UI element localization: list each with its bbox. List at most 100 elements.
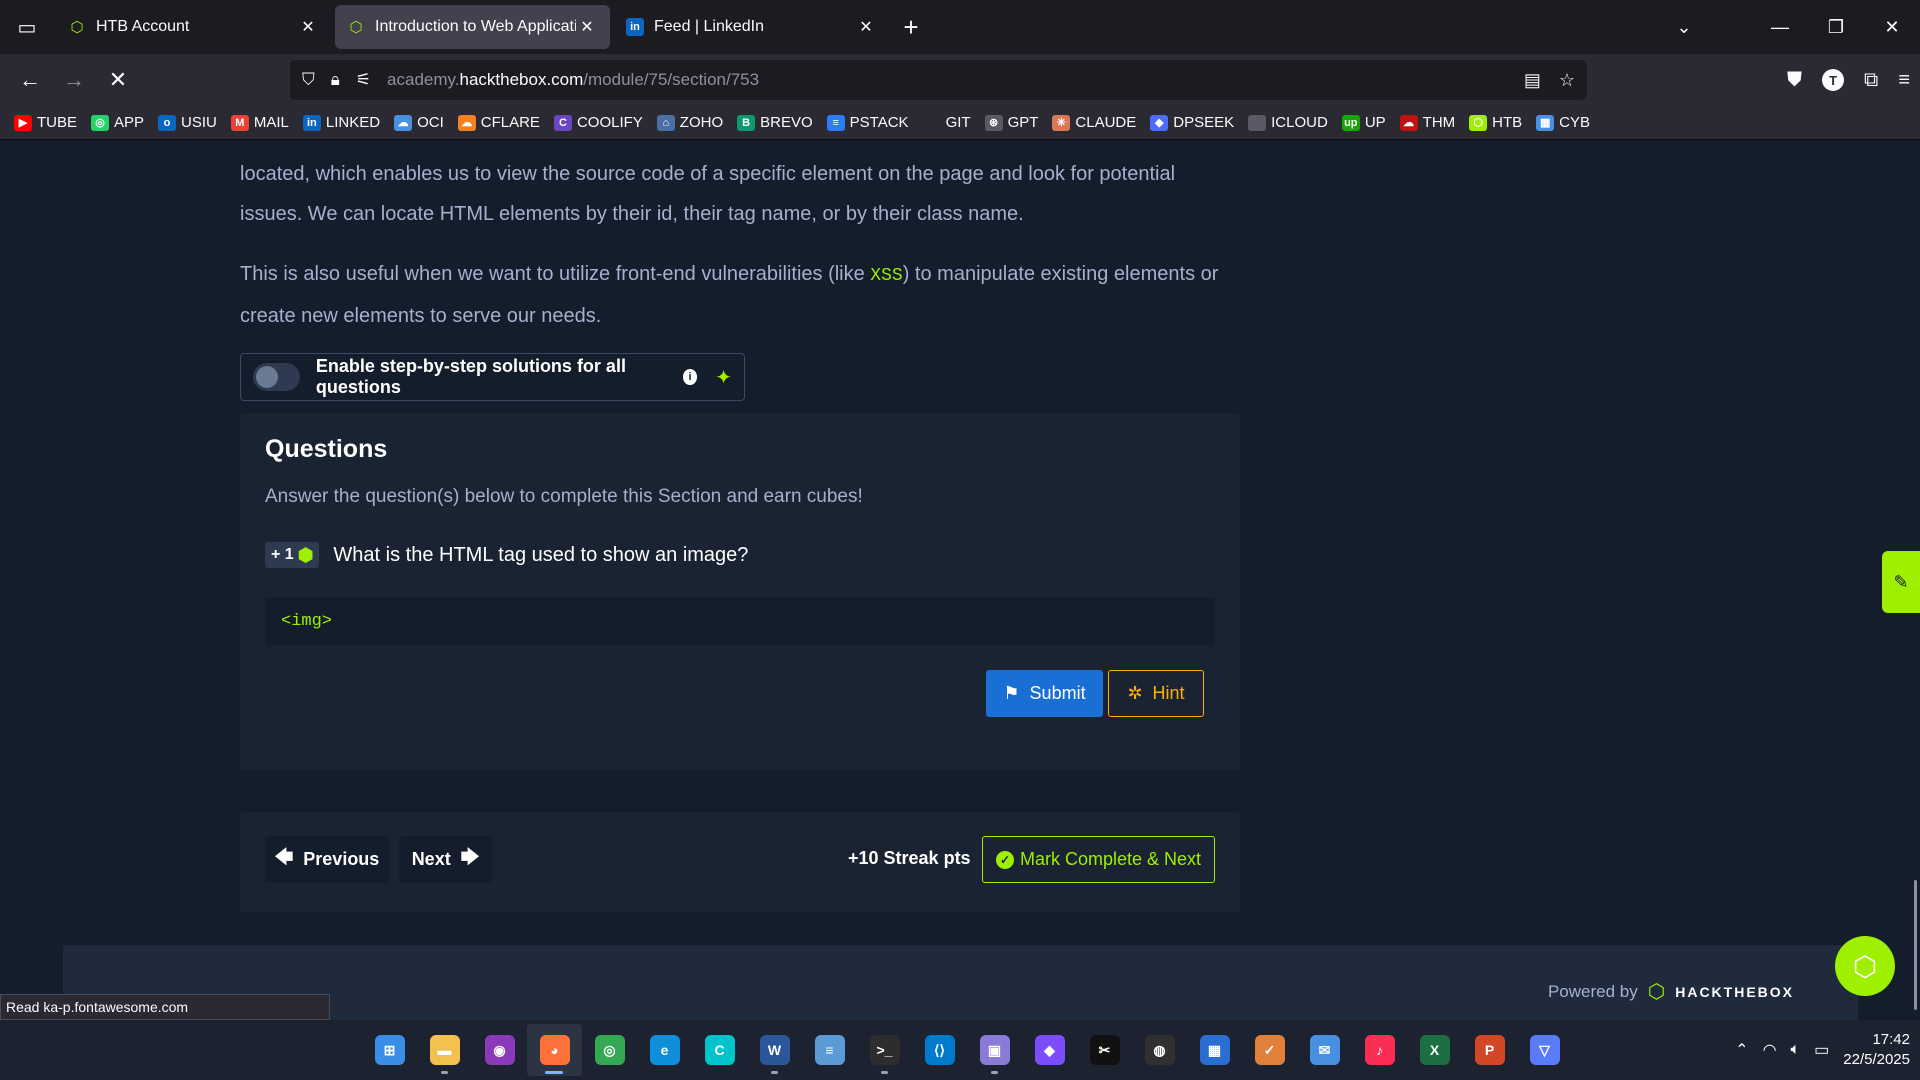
- store-icon[interactable]: ▦: [1187, 1024, 1242, 1076]
- bookmark-item[interactable]: ≡ PSTACK: [826, 114, 909, 131]
- windows-start-icon[interactable]: ⊞: [362, 1024, 417, 1076]
- tray-chevron-up-icon[interactable]: ⌃: [1735, 1040, 1748, 1060]
- restore-button[interactable]: ❐: [1808, 17, 1864, 38]
- bookmark-item[interactable]: ◆ DPSEEK: [1150, 114, 1234, 131]
- capcut-icon[interactable]: ✂: [1077, 1024, 1132, 1076]
- toolbar-right: ⛊ T ⧉ ≡: [1787, 54, 1910, 106]
- body-paragraph-1: located, which enables us to view the so…: [240, 163, 1176, 225]
- vpn-icon-glyph: ▽: [1529, 1035, 1560, 1065]
- bookmark-item[interactable]: ▶ TUBE: [14, 114, 77, 131]
- extensions-icon[interactable]: ⧉: [1864, 69, 1878, 92]
- battery-icon[interactable]: ▭: [1814, 1040, 1829, 1060]
- bookmarks-bar: ▶ TUBE ◎ APP o USIU M MAIL in LINKED ☁ OCI ☁ CFLARE C C…: [0, 106, 1920, 140]
- reader-view-icon[interactable]: ▤: [1524, 70, 1541, 91]
- info-icon[interactable]: i: [682, 369, 698, 385]
- obs-icon[interactable]: ◍: [1132, 1024, 1187, 1076]
- bookmark-item[interactable]: B BREVO: [737, 114, 813, 131]
- notepad-icon[interactable]: ≡: [802, 1024, 857, 1076]
- tracking-shield-icon[interactable]: ⛉: [302, 70, 315, 90]
- browser-tab[interactable]: in Feed | LinkedIn ✕: [614, 5, 889, 49]
- bookmark-item[interactable]: ◎ APP: [91, 114, 144, 131]
- terminal-icon[interactable]: >_: [857, 1024, 912, 1076]
- tab-overflow-chevron-icon[interactable]: ⌄: [1656, 17, 1712, 38]
- mark-complete-next-button[interactable]: ✓ Mark Complete & Next: [982, 836, 1215, 883]
- todo-icon[interactable]: ✓: [1242, 1024, 1297, 1076]
- excel-icon[interactable]: X: [1407, 1024, 1462, 1076]
- bookmark-item[interactable]: ✳ CLAUDE: [1052, 114, 1136, 131]
- bookmark-item[interactable]: ⌂ ZOHO: [656, 114, 723, 131]
- url-text[interactable]: academy.hackthebox.com/module/75/section…: [387, 70, 759, 90]
- bookmark-favicon-icon: C: [553, 114, 572, 131]
- vscode-icon[interactable]: ⟨⟩: [912, 1024, 967, 1076]
- submit-button[interactable]: ⚑ Submit: [986, 670, 1103, 717]
- back-button[interactable]: ←: [8, 58, 52, 102]
- bookmark-item[interactable]: in LINKED: [302, 114, 380, 131]
- htb-floating-button[interactable]: ⬡: [1835, 936, 1895, 996]
- app-purple-icon-glyph: ▣: [979, 1035, 1010, 1065]
- side-feedback-tab[interactable]: ✎: [1882, 551, 1920, 613]
- tab-close-icon[interactable]: ✕: [576, 16, 598, 38]
- bookmark-star-icon[interactable]: ☆: [1559, 70, 1575, 91]
- volume-icon[interactable]: 🔈︎: [1791, 1041, 1801, 1059]
- bookmark-item[interactable]: M MAIL: [230, 114, 289, 131]
- answer-input[interactable]: <img>: [265, 597, 1215, 645]
- bookmark-item[interactable]: C COOLIFY: [553, 114, 643, 131]
- new-tab-button[interactable]: +: [891, 5, 931, 49]
- tab-close-icon[interactable]: ✕: [855, 16, 877, 38]
- mail-icon[interactable]: ✉: [1297, 1024, 1352, 1076]
- status-bar: Read ka-p.fontawesome.com: [0, 994, 330, 1020]
- pocket-icon[interactable]: ⛊: [1787, 69, 1802, 92]
- account-avatar[interactable]: T: [1822, 69, 1845, 91]
- word-icon[interactable]: W: [747, 1024, 802, 1076]
- forward-button[interactable]: →: [52, 58, 96, 102]
- bookmark-item[interactable]: up UP: [1341, 114, 1386, 131]
- bookmark-item[interactable]: ⊛ GPT: [984, 114, 1038, 131]
- bookmark-favicon-icon: ▦: [1536, 114, 1555, 131]
- previous-button[interactable]: 🡄 Previous: [265, 836, 389, 883]
- firefox-icon[interactable]: ◕: [527, 1024, 582, 1076]
- powered-by: Powered by ⬡ HACKTHEBOX: [1547, 981, 1794, 1003]
- browser-tab[interactable]: ⬡ Introduction to Web Applicatior ✕: [335, 5, 610, 49]
- page-permissions-icon[interactable]: ⚟: [356, 70, 371, 90]
- music-icon[interactable]: ♪: [1352, 1024, 1407, 1076]
- hint-button[interactable]: ✲ Hint: [1108, 670, 1204, 717]
- app-purple-icon[interactable]: ▣: [967, 1024, 1022, 1076]
- bookmark-label: MAIL: [253, 114, 289, 131]
- edge-icon[interactable]: e: [637, 1024, 692, 1076]
- file-explorer-icon[interactable]: ▬: [417, 1024, 472, 1076]
- canva-icon[interactable]: C: [692, 1024, 747, 1076]
- app-mask-icon[interactable]: ◉: [472, 1024, 527, 1076]
- page-scrollbar[interactable]: [1914, 880, 1917, 1010]
- obsidian-icon[interactable]: ◆: [1022, 1024, 1077, 1076]
- close-window-button[interactable]: ✕: [1864, 17, 1920, 38]
- stop-loading-button[interactable]: ✕: [96, 58, 140, 102]
- chrome-icon[interactable]: ◎: [582, 1024, 637, 1076]
- step-by-step-toggle-box: Enable step-by-step solutions for all qu…: [240, 353, 745, 401]
- bookmark-item[interactable]: ▦ CYB: [1536, 114, 1590, 131]
- bookmark-item[interactable]: ☁ THM: [1399, 114, 1455, 131]
- lock-icon[interactable]: 🔒︎: [331, 70, 340, 90]
- step-by-step-switch[interactable]: [253, 363, 300, 391]
- word-icon-glyph: W: [759, 1035, 790, 1065]
- bookmark-item[interactable]: ICLOUD: [1248, 114, 1328, 131]
- next-button[interactable]: Next 🡆: [399, 836, 492, 883]
- bookmark-favicon-icon: ⬡: [1469, 114, 1488, 131]
- taskbar-apps: ⊞ ▬ ◉ ◕ ◎ e C W ≡ >_ ⟨⟩ ▣ ◆ ✂ ◍ ▦ ✓ ✉ ♪ X P ▽: [362, 1020, 1572, 1080]
- wifi-icon[interactable]: ◠: [1763, 1040, 1777, 1060]
- clock[interactable]: 17:42 22/5/2025: [1843, 1030, 1910, 1070]
- bookmark-item[interactable]: GIT: [922, 114, 971, 131]
- bookmark-item[interactable]: ⬡ HTB: [1469, 114, 1522, 131]
- address-bar[interactable]: ⛉ 🔒︎ ⚟ academy.hackthebox.com/module/75/…: [290, 60, 1587, 100]
- tab-list-icon[interactable]: ▭: [0, 0, 54, 54]
- bookmark-item[interactable]: o USIU: [158, 114, 217, 131]
- bookmark-item[interactable]: ☁ CFLARE: [457, 114, 540, 131]
- bookmark-item[interactable]: ☁ OCI: [394, 114, 444, 131]
- bookmark-label: BREVO: [760, 114, 813, 131]
- running-indicator: [991, 1071, 998, 1074]
- minimize-button[interactable]: —: [1752, 17, 1808, 38]
- vpn-icon[interactable]: ▽: [1517, 1024, 1572, 1076]
- tab-close-icon[interactable]: ✕: [297, 16, 319, 38]
- powerpoint-icon[interactable]: P: [1462, 1024, 1517, 1076]
- browser-tab[interactable]: ⬡ HTB Account ✕: [56, 5, 331, 49]
- menu-icon[interactable]: ≡: [1898, 69, 1910, 92]
